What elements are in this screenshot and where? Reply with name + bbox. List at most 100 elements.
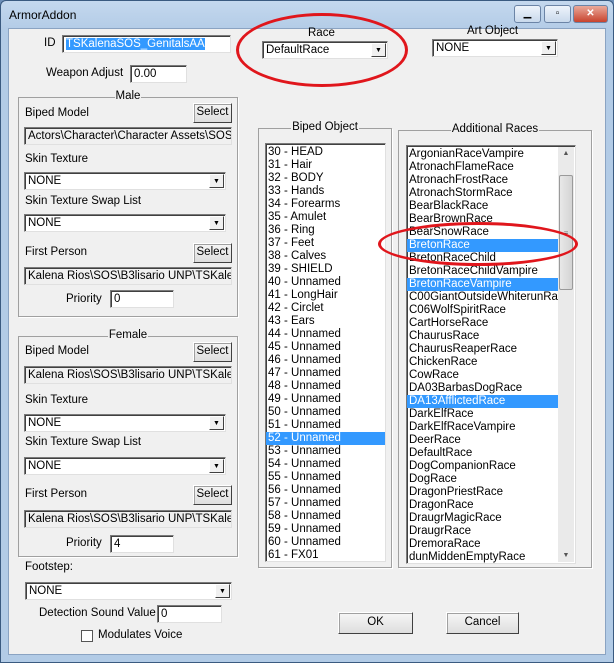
list-item[interactable]: 55 - Unnamed xyxy=(266,471,385,484)
male-first-person-select-button[interactable]: Select xyxy=(193,243,232,263)
biped-object-list[interactable]: 30 - HEAD 31 - Hair 32 - BODY 33 - Hands 34 … xyxy=(265,143,386,562)
detection-sound-input[interactable]: 0 xyxy=(157,605,222,623)
list-item[interactable]: C00GiantOutsideWhiterunRace xyxy=(407,291,570,304)
list-item[interactable]: CowRace xyxy=(407,369,558,382)
list-item[interactable]: BretonRaceChildVampire xyxy=(407,265,558,278)
list-item[interactable]: BearSnowRace xyxy=(407,226,558,239)
scroll-up-icon[interactable]: ▲ xyxy=(558,147,574,157)
list-item[interactable]: BretonRaceChild xyxy=(407,252,558,265)
list-item[interactable]: 41 - LongHair xyxy=(266,289,385,302)
female-biped-select-button[interactable]: Select xyxy=(193,342,232,362)
art-object-select[interactable]: NONE ▼ xyxy=(432,39,558,57)
female-first-person-path[interactable]: Kalena Rios\SOS\B3lisario UNP\TSKalena xyxy=(24,510,232,528)
female-biped-model-path[interactable]: Kalena Rios\SOS\B3lisario UNP\TSKalena xyxy=(24,366,232,384)
list-item[interactable]: CartHorseRace xyxy=(407,317,558,330)
list-item[interactable]: AtronachFlameRace xyxy=(407,161,558,174)
scrollbar-thumb[interactable]: ≡ xyxy=(559,175,573,290)
id-input[interactable]: TSKalenaSOS_GenitalsAA xyxy=(62,35,231,53)
list-item[interactable]: 54 - Unnamed xyxy=(266,458,385,471)
list-item[interactable]: BearBlackRace xyxy=(407,200,558,213)
list-item[interactable]: 40 - Unnamed xyxy=(266,276,385,289)
male-priority-input[interactable]: 0 xyxy=(110,290,174,308)
male-swap-list-select[interactable]: NONE ▼ xyxy=(24,214,226,232)
list-item[interactable]: DeerRace xyxy=(407,434,558,447)
male-skin-texture-select[interactable]: NONE ▼ xyxy=(24,172,226,190)
list-item[interactable]: 47 - Unnamed xyxy=(266,367,385,380)
list-item[interactable]: ArgonianRaceVampire xyxy=(407,148,558,161)
list-item[interactable]: BearBrownRace xyxy=(407,213,558,226)
list-item[interactable]: 60 - Unnamed xyxy=(266,536,385,549)
list-item[interactable]: AtronachStormRace xyxy=(407,187,558,200)
male-first-person-path[interactable]: Kalena Rios\SOS\B3lisario UNP\TSKalena xyxy=(24,267,232,285)
list-item[interactable]: BretonRaceVampire xyxy=(407,278,558,291)
list-item[interactable]: ChaurusRace xyxy=(407,330,558,343)
minimize-button[interactable]: ▁ xyxy=(514,5,541,23)
list-item[interactable]: 34 - Forearms xyxy=(266,198,385,211)
list-item[interactable]: AtronachFrostRace xyxy=(407,174,558,187)
list-item[interactable]: 50 - Unnamed xyxy=(266,406,385,419)
female-swap-list-select[interactable]: NONE ▼ xyxy=(24,457,226,475)
list-item[interactable]: DA13AfflictedRace xyxy=(407,395,558,408)
list-item[interactable]: DefaultRace xyxy=(407,447,558,460)
list-item[interactable]: 43 - Ears xyxy=(266,315,385,328)
list-item[interactable]: DragonRace xyxy=(407,499,558,512)
list-item[interactable]: DraugrMagicRace xyxy=(407,512,558,525)
chevron-down-icon: ▼ xyxy=(541,41,556,55)
list-item[interactable]: ChickenRace xyxy=(407,356,558,369)
scroll-down-icon[interactable]: ▼ xyxy=(558,552,574,559)
modulates-voice-checkbox[interactable] xyxy=(81,630,93,642)
additional-races-list[interactable]: ArgonianRaceVampire AtronachFlameRace Atro… xyxy=(406,145,576,564)
female-first-person-select-button[interactable]: Select xyxy=(193,485,232,505)
list-item[interactable]: 33 - Hands xyxy=(266,185,385,198)
list-item[interactable]: 44 - Unnamed xyxy=(266,328,385,341)
female-skin-texture-select[interactable]: NONE ▼ xyxy=(24,414,226,432)
list-item[interactable]: 46 - Unnamed xyxy=(266,354,385,367)
list-item[interactable]: 48 - Unnamed xyxy=(266,380,385,393)
list-item[interactable]: 36 - Ring xyxy=(266,224,385,237)
race-select[interactable]: DefaultRace ▼ xyxy=(262,41,388,59)
id-label: ID xyxy=(44,37,56,49)
close-button[interactable]: ✕ xyxy=(573,5,608,23)
list-item[interactable]: DarkElfRaceVampire xyxy=(407,421,558,434)
list-item[interactable]: 39 - SHIELD xyxy=(266,263,385,276)
male-biped-model-path[interactable]: Actors\Character\Character Assets\SOS\S xyxy=(24,127,232,145)
list-item[interactable]: 37 - Feet xyxy=(266,237,385,250)
races-scrollbar[interactable]: ▲ ≡ ▼ xyxy=(558,147,574,562)
list-item[interactable]: 58 - Unnamed xyxy=(266,510,385,523)
ok-button[interactable]: OK xyxy=(338,612,413,634)
list-item[interactable]: ChaurusReaperRace xyxy=(407,343,558,356)
list-item[interactable]: 35 - Amulet xyxy=(266,211,385,224)
list-item[interactable]: 61 - FX01 xyxy=(266,549,385,561)
list-item[interactable]: 30 - HEAD xyxy=(266,146,385,159)
cancel-button[interactable]: Cancel xyxy=(446,612,519,634)
list-item[interactable]: DA03BarbasDogRace xyxy=(407,382,558,395)
list-item[interactable]: 31 - Hair xyxy=(266,159,385,172)
list-item[interactable]: DremoraRace xyxy=(407,538,558,551)
modulates-voice-label: Modulates Voice xyxy=(98,629,183,641)
maximize-button[interactable]: ▫ xyxy=(544,5,571,23)
list-item[interactable]: DarkElfRace xyxy=(407,408,558,421)
list-item[interactable]: 57 - Unnamed xyxy=(266,497,385,510)
list-item[interactable]: 45 - Unnamed xyxy=(266,341,385,354)
list-item[interactable]: 51 - Unnamed xyxy=(266,419,385,432)
list-item[interactable]: DragonPriestRace xyxy=(407,486,558,499)
list-item[interactable]: 42 - Circlet xyxy=(266,302,385,315)
list-item[interactable]: BretonRace xyxy=(407,239,558,252)
list-item[interactable]: DogRace xyxy=(407,473,558,486)
weapon-adjust-input[interactable]: 0.00 xyxy=(130,65,187,83)
list-item[interactable]: 38 - Calves xyxy=(266,250,385,263)
list-item[interactable]: DogCompanionRace xyxy=(407,460,558,473)
list-item[interactable]: 59 - Unnamed xyxy=(266,523,385,536)
list-item[interactable]: 52 - Unnamed xyxy=(266,432,385,445)
list-item[interactable]: 56 - Unnamed xyxy=(266,484,385,497)
weapon-adjust-label: Weapon Adjust xyxy=(46,67,124,79)
list-item[interactable]: 53 - Unnamed xyxy=(266,445,385,458)
female-priority-input[interactable]: 4 xyxy=(110,535,174,553)
list-item[interactable]: C06WolfSpiritRace xyxy=(407,304,558,317)
male-biped-select-button[interactable]: Select xyxy=(193,103,232,123)
list-item[interactable]: 49 - Unnamed xyxy=(266,393,385,406)
list-item[interactable]: DraugrRace xyxy=(407,525,558,538)
list-item[interactable]: 32 - BODY xyxy=(266,172,385,185)
list-item[interactable]: dunMiddenEmptyRace xyxy=(407,551,558,563)
footstep-select[interactable]: NONE ▼ xyxy=(25,582,232,600)
